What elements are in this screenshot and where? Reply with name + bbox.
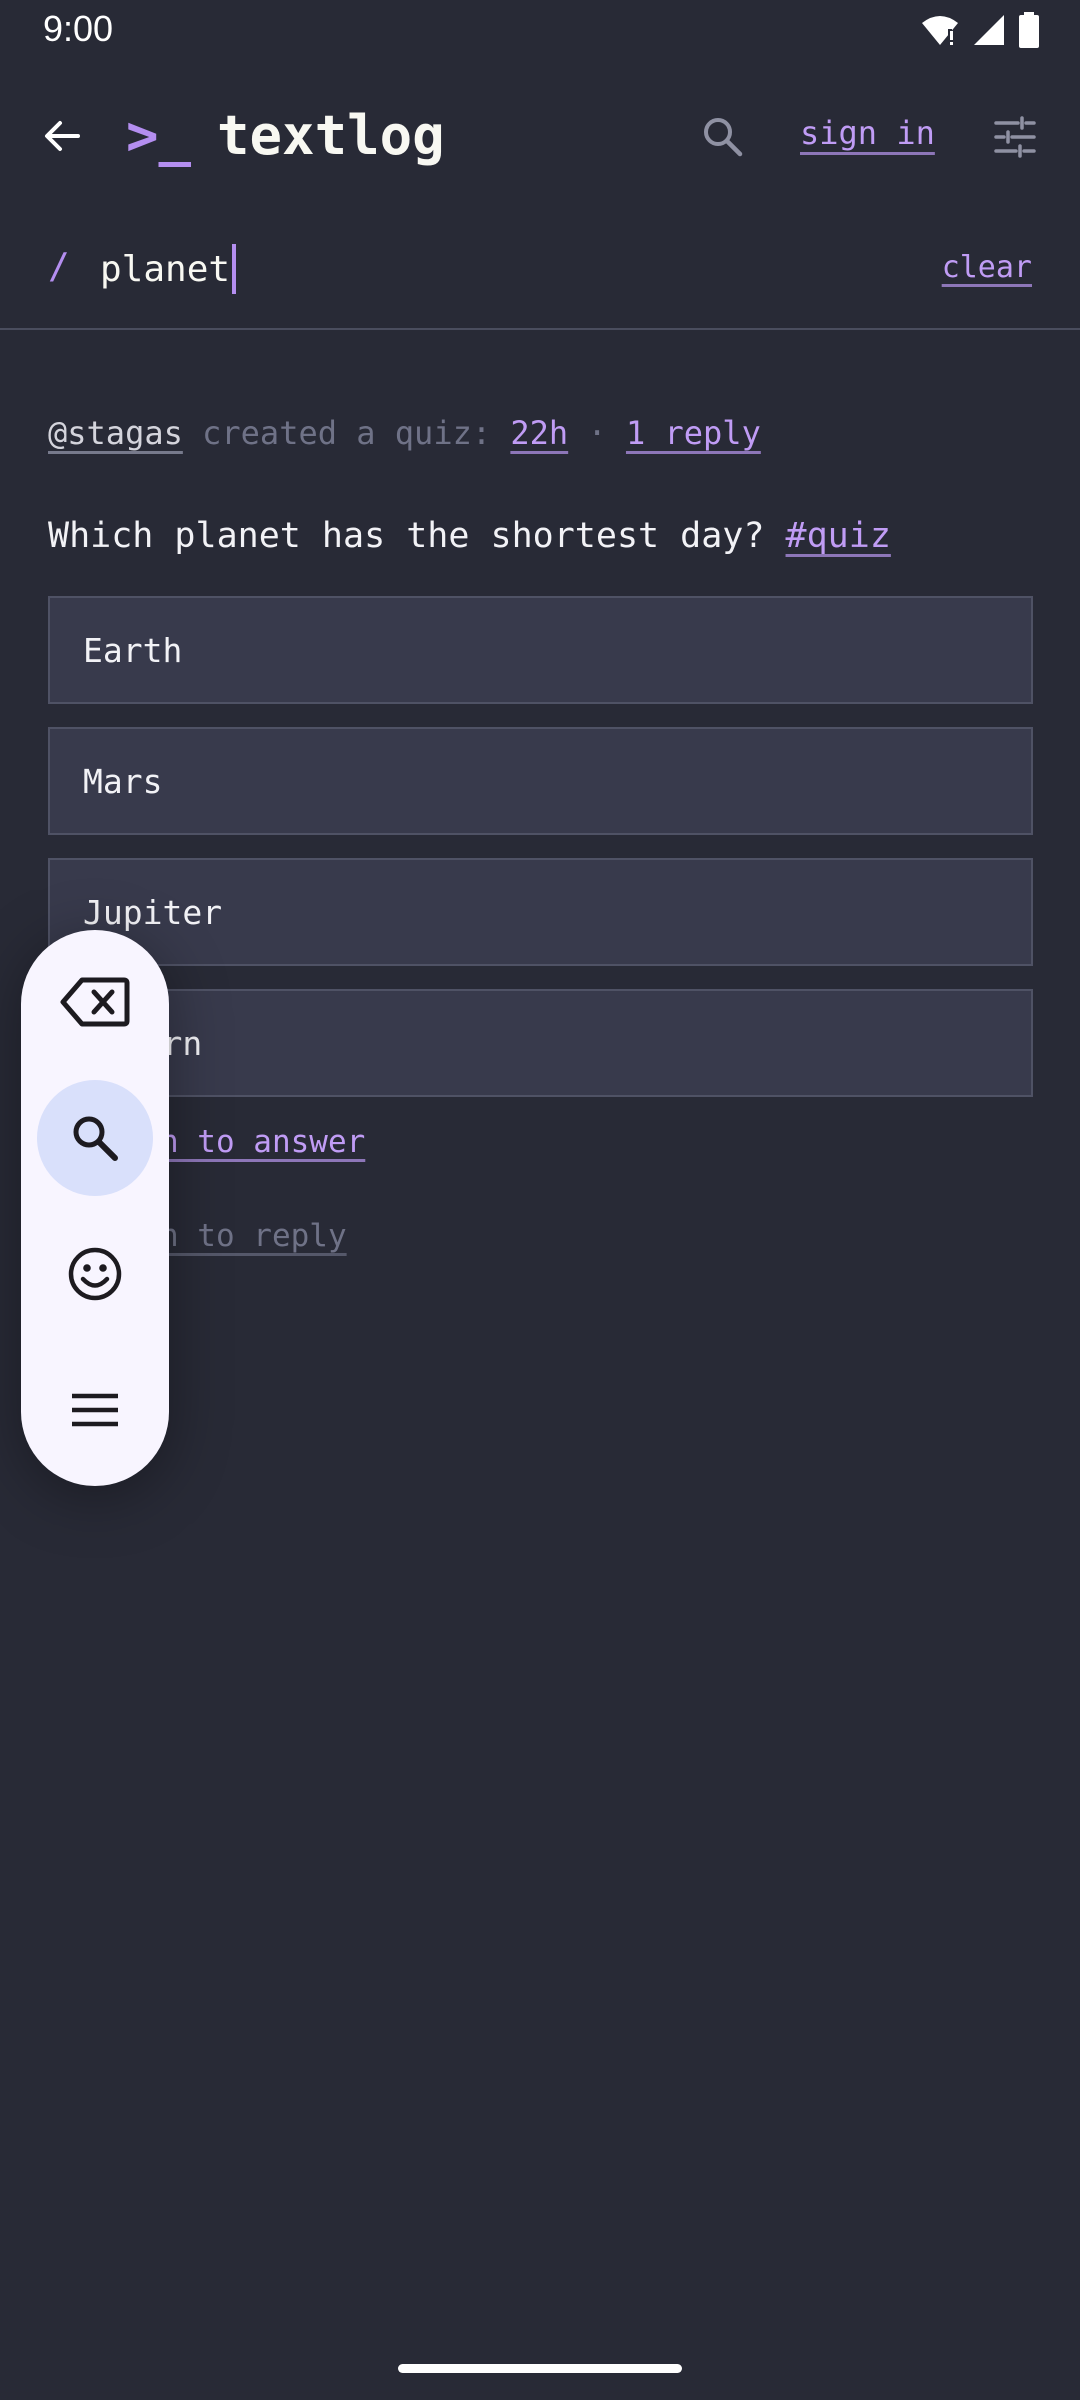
- search-button[interactable]: [700, 114, 746, 160]
- battery-icon: [1019, 12, 1039, 48]
- arrow-back-icon: [45, 121, 80, 151]
- search-icon: [73, 1116, 118, 1161]
- quiz-question: Which planet has the shortest day? #quiz: [48, 516, 891, 556]
- search-input[interactable]: planet: [100, 244, 237, 294]
- app-header: >_ textlog sign in: [0, 90, 1080, 180]
- filter-button[interactable]: [992, 114, 1038, 160]
- app-logo[interactable]: >_ textlog: [126, 104, 445, 167]
- tune-icon: [994, 116, 1036, 158]
- search-bar: / planet clear: [0, 220, 1080, 330]
- emoji-icon: [68, 1247, 122, 1301]
- gesture-navigation-bar[interactable]: [398, 2364, 682, 2373]
- floating-toolbar: [21, 930, 169, 1486]
- signal-icon: [974, 15, 1004, 45]
- menu-icon: [72, 1393, 118, 1427]
- question-text: Which planet has the shortest day?: [48, 516, 765, 556]
- meta-separator: ·: [587, 414, 607, 452]
- hashtag-link[interactable]: #quiz: [786, 516, 891, 556]
- wifi-icon: [922, 16, 958, 45]
- text-caret: [232, 244, 237, 294]
- backspace-icon: [60, 977, 130, 1027]
- sign-in-link[interactable]: sign in: [800, 114, 935, 152]
- search-icon: [704, 118, 743, 157]
- status-icons: [920, 12, 1040, 48]
- post-meta: @stagas created a quiz: 22h · 1 reply: [48, 414, 761, 452]
- menu-button[interactable]: [37, 1352, 153, 1468]
- logo-name: textlog: [217, 104, 445, 167]
- back-button[interactable]: [38, 112, 86, 160]
- keyboard-search-button[interactable]: [37, 1080, 153, 1196]
- quiz-option[interactable]: Mars: [48, 727, 1033, 835]
- status-time: 9:00: [43, 8, 114, 49]
- search-prefix: /: [48, 246, 70, 287]
- clear-search-link[interactable]: clear: [942, 250, 1032, 285]
- logo-prompt: >_: [126, 104, 192, 167]
- author-link[interactable]: @stagas: [48, 414, 183, 452]
- post-age-link[interactable]: 22h: [510, 414, 568, 452]
- emoji-button[interactable]: [37, 1216, 153, 1332]
- quiz-option[interactable]: Jupiter: [48, 858, 1033, 966]
- quiz-option[interactable]: Earth: [48, 596, 1033, 704]
- post-action: created a quiz:: [202, 414, 492, 452]
- search-input-value: planet: [100, 248, 231, 290]
- quiz-option[interactable]: Saturn: [48, 989, 1033, 1097]
- backspace-button[interactable]: [37, 944, 153, 1060]
- status-bar: 9:00: [0, 0, 1080, 62]
- replies-link[interactable]: 1 reply: [626, 414, 761, 452]
